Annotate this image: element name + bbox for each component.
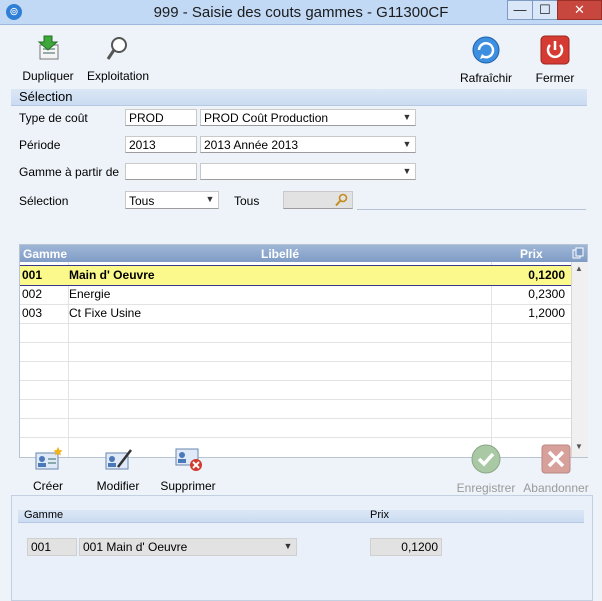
period-label: Période: [19, 138, 61, 152]
refresh-button[interactable]: Rafraîchir: [456, 35, 516, 85]
create-button[interactable]: Créer: [27, 445, 69, 493]
duplicate-button[interactable]: Dupliquer: [21, 35, 75, 83]
exploitation-button[interactable]: Exploitation: [85, 35, 151, 83]
minimize-button[interactable]: —: [507, 0, 533, 20]
row-price: 0,1200: [528, 268, 565, 282]
selection-section-header: Sélection: [11, 89, 587, 106]
create-user-icon: [27, 445, 69, 476]
cost-type-label: Type de coût: [19, 111, 88, 125]
power-icon: [531, 35, 579, 68]
filter-search-field[interactable]: [283, 191, 353, 209]
column-header-prix[interactable]: Prix: [520, 247, 543, 261]
cost-type-code-input[interactable]: PROD: [125, 109, 197, 126]
magnifier-icon: [85, 35, 151, 66]
search-icon[interactable]: [334, 193, 348, 208]
window-content: Dupliquer Exploitation Rafraîchir Fermer…: [1, 25, 601, 601]
row-price: 1,2000: [528, 306, 565, 320]
title-bar: ⊚ 999 - Saisie des couts gammes - G11300…: [0, 0, 602, 25]
empty-row: [20, 361, 571, 381]
row-label: Main d' Oeuvre: [69, 268, 155, 282]
range-from-label: Gamme à partir de: [19, 165, 120, 179]
detail-panel: Gamme Prix 001 001 Main d' Oeuvre ▼ 0,12…: [11, 495, 593, 601]
chevron-down-icon[interactable]: ▼: [401, 137, 413, 152]
range-from-select[interactable]: ▼: [200, 163, 416, 180]
column-header-libelle[interactable]: Libellé: [261, 247, 299, 261]
detail-gamme-code[interactable]: 001: [27, 538, 77, 556]
detail-gamme-value: 001 Main d' Oeuvre: [83, 540, 188, 554]
close-label: Fermer: [535, 71, 575, 85]
chevron-down-icon[interactable]: ▼: [401, 164, 413, 179]
cost-type-value: PROD Coût Production: [204, 111, 329, 125]
cancel-icon: [523, 443, 589, 478]
check-icon: [454, 443, 518, 478]
chevron-down-icon[interactable]: ▼: [401, 110, 413, 125]
abandon-label: Abandonner: [523, 481, 589, 495]
close-button[interactable]: Fermer: [531, 35, 579, 85]
row-code: 001: [22, 268, 43, 282]
row-code: 003: [22, 306, 43, 320]
table-row[interactable]: 002 Energie 0,2300: [20, 285, 571, 305]
empty-row: [20, 418, 571, 438]
detail-gamme-select[interactable]: 001 Main d' Oeuvre ▼: [79, 538, 297, 556]
table-row[interactable]: 001 Main d' Oeuvre 0,1200: [20, 265, 571, 286]
selection-header-label: Sélection: [19, 89, 73, 104]
filter-value: Tous: [129, 194, 155, 208]
delete-user-icon: [159, 445, 217, 476]
delete-button[interactable]: Supprimer: [159, 445, 217, 493]
maximize-button[interactable]: ☐: [532, 0, 558, 20]
create-label: Créer: [32, 479, 63, 493]
detail-price-field[interactable]: 0,1200: [370, 538, 442, 556]
row-label: Energie: [69, 287, 111, 301]
refresh-icon: [456, 35, 516, 68]
duplicate-icon: [21, 35, 75, 66]
filter-divider: [357, 209, 586, 210]
empty-row: [20, 380, 571, 400]
period-select[interactable]: 2013 Année 2013 ▼: [200, 136, 416, 153]
modify-button[interactable]: Modifier: [93, 445, 143, 493]
abandon-button[interactable]: Abandonner: [523, 443, 589, 495]
delete-label: Supprimer: [160, 479, 216, 493]
column-header-gamme[interactable]: Gamme: [23, 247, 67, 261]
period-code-input[interactable]: 2013: [125, 136, 197, 153]
grid-header: Gamme Libellé Prix: [20, 245, 587, 262]
chevron-down-icon[interactable]: ▼: [204, 192, 216, 207]
duplicate-label: Dupliquer: [22, 69, 74, 83]
row-label: Ct Fixe Usine: [69, 306, 142, 320]
empty-row: [20, 399, 571, 419]
modify-label: Modifier: [96, 479, 140, 493]
period-value: 2013 Année 2013: [204, 138, 299, 152]
exploitation-label: Exploitation: [86, 69, 150, 83]
filter-label: Sélection: [19, 194, 69, 208]
close-window-button[interactable]: ✕: [557, 0, 602, 20]
filter-label-2: Tous: [234, 194, 260, 208]
empty-row: [20, 342, 571, 362]
save-label: Enregistrer: [456, 481, 516, 495]
cost-type-select[interactable]: PROD Coût Production ▼: [200, 109, 416, 126]
grid-scrollbar[interactable]: ▲ ▼: [571, 262, 588, 457]
empty-row: [20, 323, 571, 343]
edit-user-icon: [93, 445, 143, 476]
row-code: 002: [22, 287, 43, 301]
table-row[interactable]: 003 Ct Fixe Usine 1,2000: [20, 304, 571, 324]
gamme-grid[interactable]: Gamme Libellé Prix 001 Main d' Oeuvre 0,…: [19, 244, 588, 458]
detail-gamme-label: Gamme: [24, 509, 64, 521]
save-button[interactable]: Enregistrer: [454, 443, 518, 495]
chevron-down-icon[interactable]: ▼: [282, 539, 294, 554]
filter-select[interactable]: Tous ▼: [125, 191, 219, 209]
detail-price-label: Prix: [370, 509, 389, 521]
scroll-up-icon[interactable]: ▲: [575, 264, 583, 273]
range-from-code-input[interactable]: [125, 163, 197, 180]
column-chooser-icon[interactable]: [572, 247, 584, 262]
row-price: 0,2300: [528, 287, 565, 301]
refresh-label: Rafraîchir: [459, 71, 512, 85]
detail-header: Gamme Prix: [18, 509, 584, 523]
